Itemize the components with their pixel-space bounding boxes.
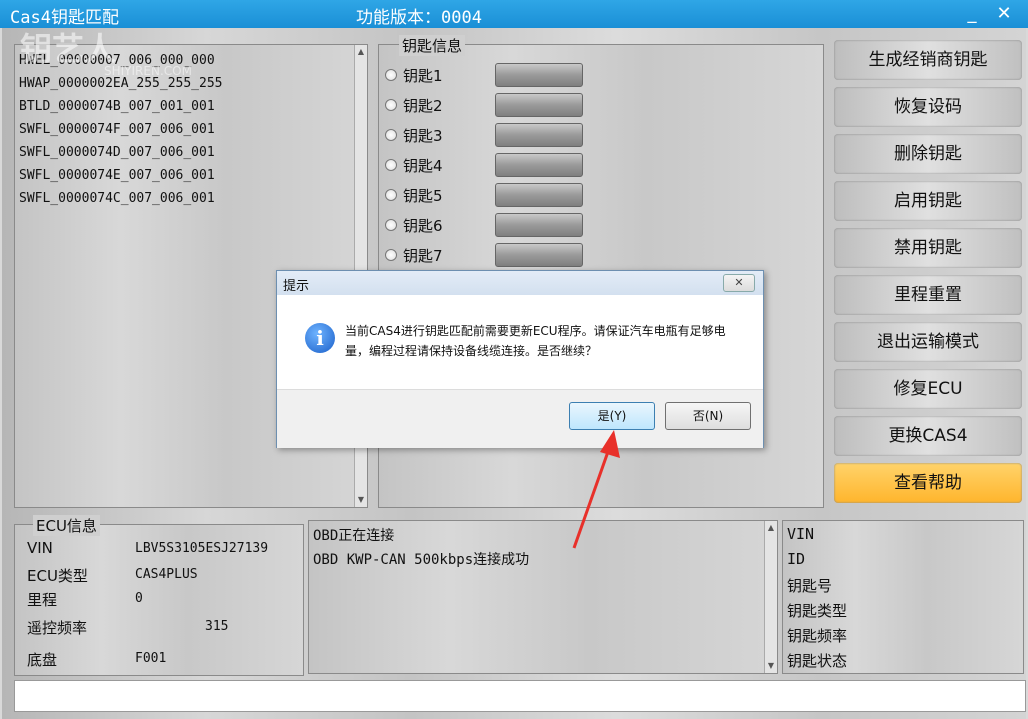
key-slot-row[interactable]: 钥匙5 [385,183,605,207]
minimize-button[interactable]: _ [958,3,986,25]
dialog-title: 提示 [283,279,310,294]
log-scrollbar[interactable]: ▲ ▼ [764,521,777,673]
key-list-item[interactable]: BTLD_0000074B_007_001_001 [19,99,215,114]
scroll-up-icon[interactable]: ▲ [355,47,367,57]
ecu-info-legend: ECU信息 [33,515,100,536]
key-slot-row[interactable]: 钥匙1 [385,63,605,87]
key-slot-label: 钥匙6 [403,217,443,235]
ecu-field-label: 底盘 [27,651,58,669]
radio-icon[interactable] [385,219,397,231]
ecu-field-label: 里程 [27,591,58,609]
key-slot-bar [495,63,583,87]
status-bar [14,680,1026,712]
title-bar: Cas4钥匙匹配 功能版本：0004 _ ✕ [0,0,1028,28]
version-label: 功能版本：0004 [356,8,482,28]
dialog-close-button[interactable]: ✕ [723,274,755,292]
key-slot-bar [495,123,583,147]
action-button[interactable]: 更换CAS4 [834,416,1022,456]
ecu-field-value: CAS4PLUS [135,567,198,582]
radio-icon[interactable] [385,249,397,261]
ecu-info-panel: ECU信息 VIN LBV5S3105ESJ27139 ECU类型 CAS4PLUS 里… [14,515,304,676]
arrow-head-icon [600,430,620,458]
ecu-field-label: ECU类型 [27,567,88,585]
key-slot-bar [495,243,583,267]
log-line: OBD正在连接 [313,528,395,544]
dialog-message: 当前CAS4进行钥匙匹配前需要更新ECU程序。请保证汽车电瓶有足够电量，编程过程… [345,324,726,358]
dialog-title-bar: 提示 ✕ [277,271,763,295]
scroll-down-icon[interactable]: ▼ [765,661,777,671]
key-slot-label: 钥匙7 [403,247,443,265]
action-button[interactable]: 删除钥匙 [834,134,1022,174]
action-button[interactable]: 修复ECU [834,369,1022,409]
key-slot-label: 钥匙3 [403,127,443,145]
ecu-field-value: LBV5S3105ESJ27139 [135,541,269,556]
key-detail-label: VIN [787,525,815,543]
radio-icon[interactable] [385,189,397,201]
key-detail-label: 钥匙号 [787,577,833,595]
connection-log-panel[interactable]: OBD正在连接 OBD KWP-CAN 500kbps连接成功 ▲ ▼ [308,520,778,674]
ecu-field-value: 315 [205,619,229,634]
log-line: OBD KWP-CAN 500kbps连接成功 [313,552,530,568]
radio-icon[interactable] [385,159,397,171]
action-button[interactable]: 恢复设码 [834,87,1022,127]
radio-icon[interactable] [385,69,397,81]
key-detail-panel: VIN ID 钥匙号钥匙类型钥匙频率钥匙状态 [782,520,1024,674]
key-list-item[interactable]: SWFL_0000074E_007_006_001 [19,168,215,183]
key-slot-bar [495,183,583,207]
watermark-text: 钥艺人 [20,30,117,68]
ecu-field-label: 遥控频率 [27,619,88,637]
key-detail-label: 钥匙类型 [787,602,848,620]
annotation-arrow [572,430,620,549]
action-button[interactable]: 查看帮助 [834,463,1022,503]
action-button[interactable]: 里程重置 [834,275,1022,315]
key-slot-label: 钥匙4 [403,157,443,175]
key-list-item[interactable]: SWFL_0000074C_007_006_001 [19,191,215,206]
key-list-item[interactable]: HWAP_0000002EA_255_255_255 [19,76,223,91]
key-slot-bar [495,213,583,237]
key-slot-row[interactable]: 钥匙7 [385,243,605,267]
action-button[interactable]: 启用钥匙 [834,181,1022,221]
key-list-item[interactable]: SWFL_0000074F_007_006_001 [19,122,215,137]
radio-icon[interactable] [385,99,397,111]
confirm-dialog: 提示 ✕ i 当前CAS4进行钥匙匹配前需要更新ECU程序。请保证汽车电瓶有足够… [276,270,764,448]
ecu-field-label: VIN [27,539,53,557]
key-slot-row[interactable]: 钥匙2 [385,93,605,117]
key-detail-label: 钥匙状态 [787,652,848,670]
action-button[interactable]: 生成经销商钥匙 [834,40,1022,80]
key-info-legend: 钥匙信息 [399,35,466,56]
key-slot-bar [495,93,583,117]
key-detail-label: ID [787,550,806,568]
watermark-subtext: SHIYIREN.COM [104,64,192,78]
key-slot-label: 钥匙2 [403,97,443,115]
no-button[interactable]: 否(N) [665,402,751,430]
info-icon: i [305,323,335,353]
action-button[interactable]: 禁用钥匙 [834,228,1022,268]
ecu-field-value: 0 [135,591,143,606]
ecu-field-value: F001 [135,651,167,666]
scroll-up-icon[interactable]: ▲ [765,523,777,533]
key-slot-label: 钥匙5 [403,187,443,205]
arrow-shaft [572,445,612,549]
close-window-button[interactable]: ✕ [990,3,1018,25]
key-slot-label: 钥匙1 [403,67,443,85]
key-slot-row[interactable]: 钥匙4 [385,153,605,177]
watermark-logo: 钥艺人 [20,24,116,70]
key-detail-label: 钥匙频率 [787,627,848,645]
scroll-down-icon[interactable]: ▼ [355,495,367,505]
key-slot-bar [495,153,583,177]
dialog-footer: 是(Y) 否(N) [277,389,763,448]
action-button[interactable]: 退出运输模式 [834,322,1022,362]
radio-icon[interactable] [385,129,397,141]
key-slot-row[interactable]: 钥匙3 [385,123,605,147]
key-slot-row[interactable]: 钥匙6 [385,213,605,237]
key-list-item[interactable]: SWFL_0000074D_007_006_001 [19,145,215,160]
